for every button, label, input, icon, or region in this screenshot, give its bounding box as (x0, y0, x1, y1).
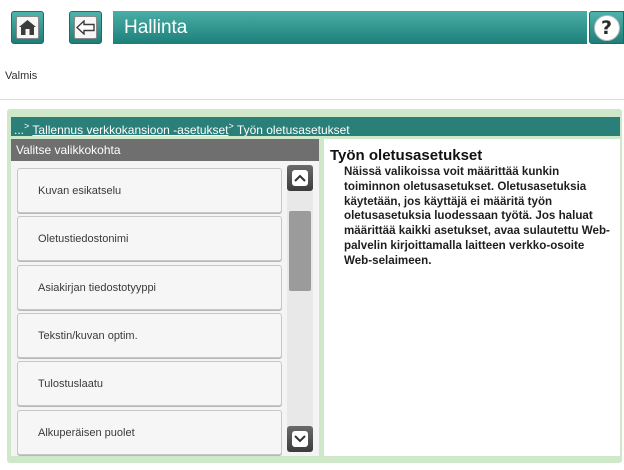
scroll-up-button[interactable] (287, 165, 313, 191)
chevron-down-icon (292, 431, 308, 447)
info-description: Näissä valikoissa voit määrittää kunkin … (344, 165, 610, 267)
list-item-asiakirjan-tiedostotyyppi[interactable]: Asiakirjan tiedostotyyppi (17, 265, 282, 310)
list-item-alkuperaisen-puolet[interactable]: Alkuperäisen puolet (17, 410, 282, 455)
menu-list-header: Valitse valikkokohta (11, 139, 319, 161)
help-icon: ? (593, 14, 620, 41)
breadcrumb-current: Työn oletusasetukset (236, 123, 350, 136)
page-title: Hallinta (113, 11, 587, 44)
list-item-oletustiedostonimi[interactable]: Oletustiedostonimi (17, 216, 282, 261)
home-icon (16, 16, 39, 39)
title-bar: Hallinta ? (0, 0, 624, 56)
back-button[interactable] (69, 11, 102, 44)
info-panel: Työn oletusasetukset Näissä valikoissa v… (324, 139, 620, 456)
scroll-thumb[interactable] (289, 211, 311, 291)
info-title: Työn oletusasetukset (330, 147, 483, 164)
breadcrumb-ellipsis[interactable]: ... (14, 123, 24, 136)
chevron-up-icon (292, 170, 308, 186)
home-button[interactable] (11, 11, 44, 44)
help-button[interactable]: ? (589, 11, 624, 44)
scrollbar[interactable] (287, 165, 313, 452)
list-item-kuvan-esikatselu[interactable]: Kuvan esikatselu (17, 168, 282, 213)
breadcrumb: ... > Tallennus verkkokansioon -asetukset… (11, 117, 620, 136)
menu-list-panel: Valitse valikkokohta Kuvan esikatselu Ol… (11, 139, 319, 456)
back-arrow-icon (74, 16, 97, 39)
main-area: ... > Tallennus verkkokansioon -asetukset… (0, 101, 624, 470)
list-item-tulostuslaatu[interactable]: Tulostuslaatu (17, 361, 282, 406)
scroll-down-button[interactable] (287, 426, 313, 452)
breadcrumb-separator: > (228, 121, 234, 131)
breadcrumb-link[interactable]: Tallennus verkkokansioon -asetukset (32, 123, 228, 136)
status-text: Valmis (5, 70, 38, 82)
list-item-tekstin-kuvan-optim[interactable]: Tekstin/kuvan optim. (17, 313, 282, 358)
status-bar: Valmis (0, 56, 624, 100)
